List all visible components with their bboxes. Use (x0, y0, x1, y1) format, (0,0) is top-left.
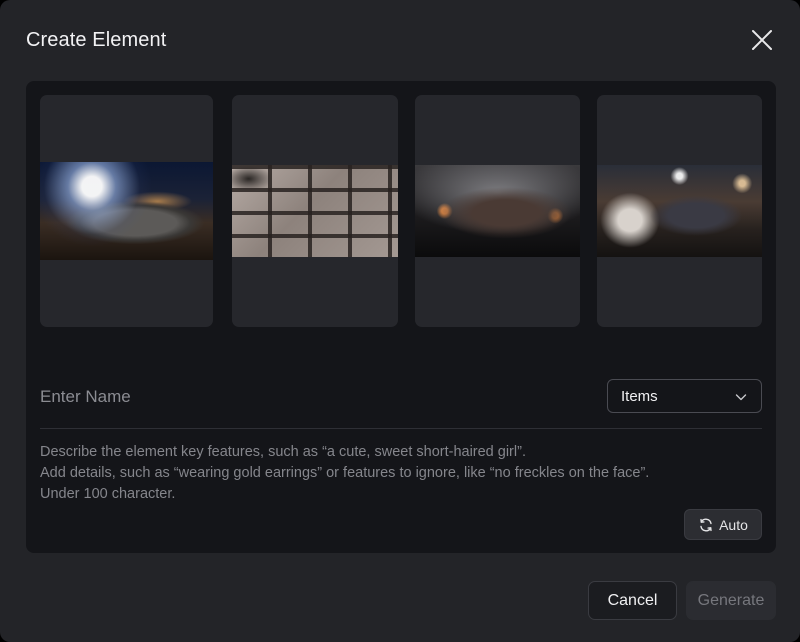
reference-image-1[interactable] (40, 95, 213, 327)
auto-label: Auto (719, 516, 748, 533)
reference-image-2[interactable] (232, 95, 398, 327)
reference-image-3[interactable] (415, 95, 580, 327)
auto-button[interactable]: Auto (684, 509, 762, 540)
chevron-down-icon (735, 394, 747, 401)
reference-image-4[interactable] (597, 95, 762, 327)
dialog-title: Create Element (26, 29, 167, 51)
cancel-button[interactable]: Cancel (588, 581, 677, 620)
image-photo (597, 165, 762, 257)
close-button[interactable] (748, 26, 776, 54)
image-photo (232, 165, 398, 257)
description-textarea[interactable] (40, 442, 762, 508)
generate-button[interactable]: Generate (686, 581, 776, 620)
divider (40, 428, 762, 429)
image-photo (40, 162, 213, 260)
refresh-icon (700, 518, 712, 531)
category-selected-value: Items (621, 387, 658, 405)
element-name-input[interactable] (40, 383, 440, 411)
image-photo (415, 165, 580, 257)
category-select[interactable]: Items (607, 379, 762, 413)
element-panel: Items Describe the element key features,… (26, 81, 776, 553)
create-element-dialog: Create Element Items Describe the (0, 0, 800, 642)
close-icon (752, 30, 772, 50)
